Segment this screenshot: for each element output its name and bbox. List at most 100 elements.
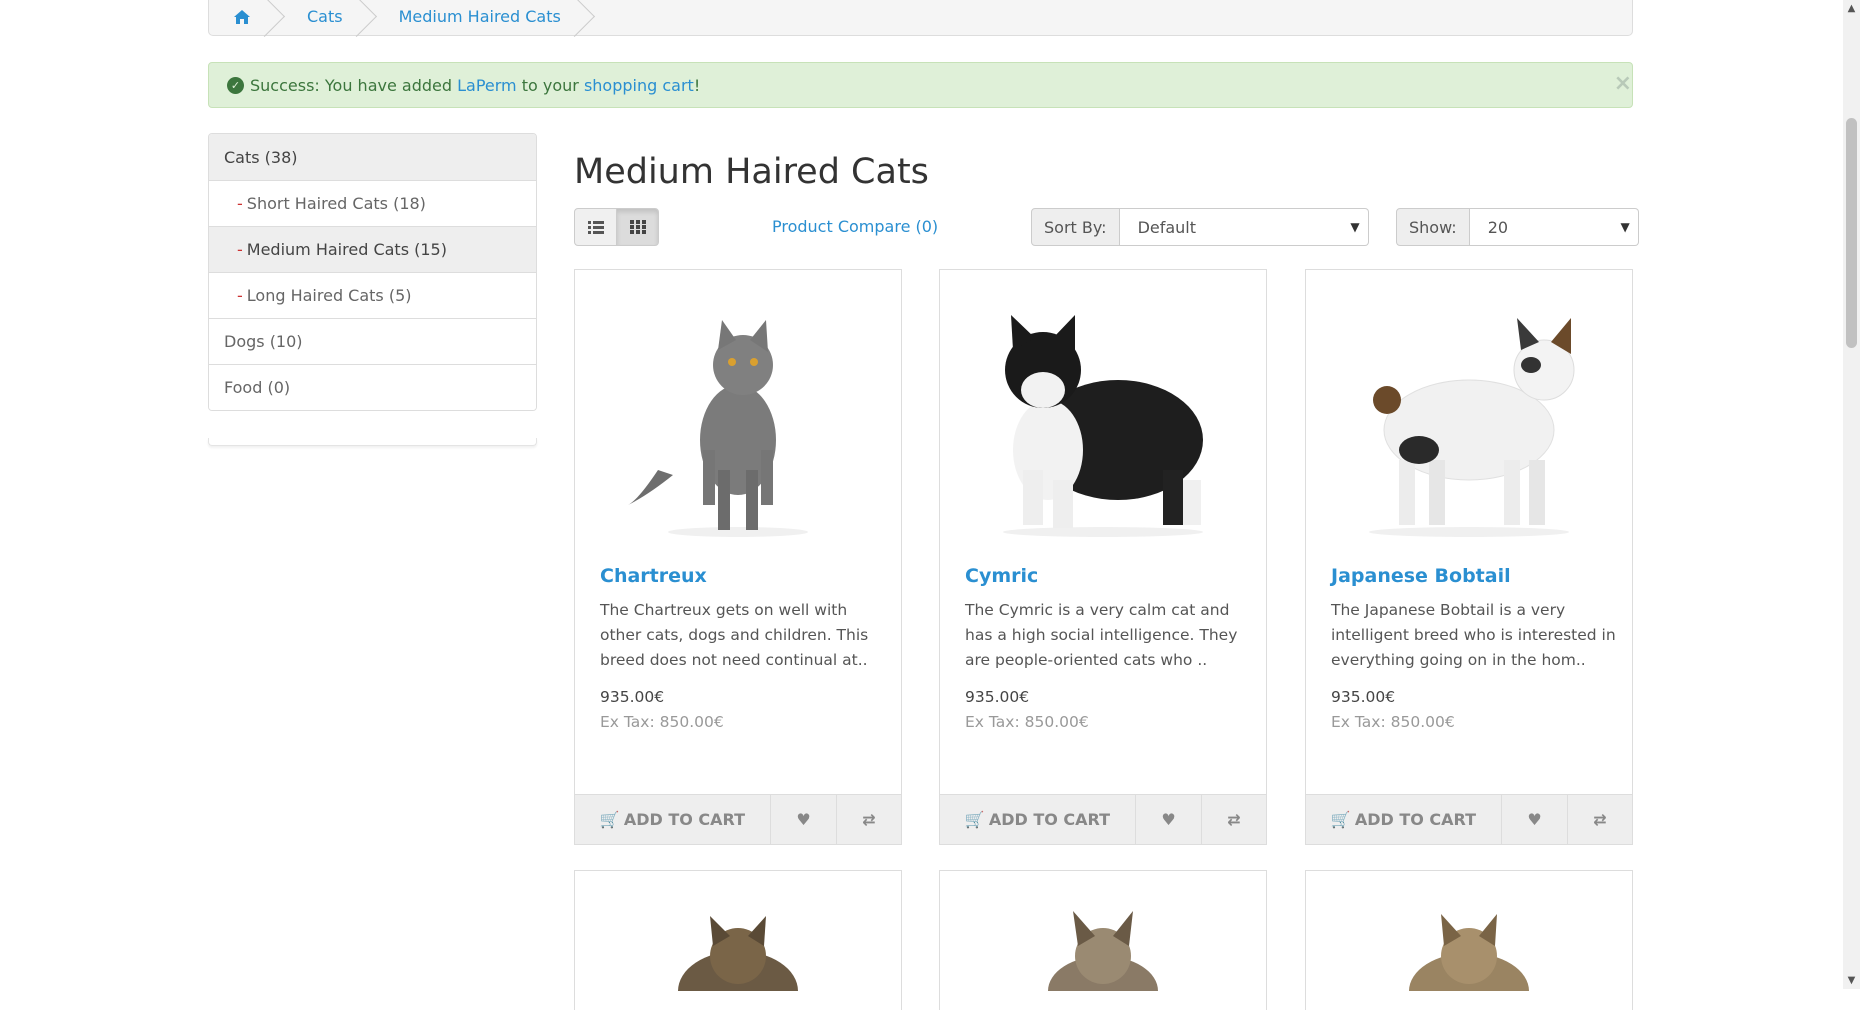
page-scrollbar[interactable]: ▲ ▼ [1843, 0, 1860, 989]
add-to-cart-label: ADD TO CART [1354, 810, 1477, 829]
cat-image [1369, 318, 1575, 537]
sort-by-label: Sort By: [1031, 208, 1120, 246]
exchange-icon: ⇄ [1227, 810, 1241, 829]
home-icon [234, 9, 250, 24]
product-actions: 🛒 ADD TO CART ♥ ⇄ [939, 794, 1267, 845]
compare-button[interactable]: ⇄ [1202, 795, 1266, 844]
alert-prefix: Success: You have added [250, 75, 453, 95]
product-compare-link[interactable]: Product Compare (0) [772, 217, 938, 236]
product-card-cymric: Cymric The Cymric is a very calm cat and… [939, 269, 1267, 845]
cat-image [678, 916, 798, 991]
product-actions: 🛒 ADD TO CART ♥ ⇄ [574, 794, 902, 845]
product-image[interactable] [575, 270, 901, 540]
product-image[interactable] [940, 270, 1266, 540]
sidebar-item-label: Food (0) [224, 378, 291, 397]
product-ex-tax: Ex Tax: 850.00€ [965, 713, 1089, 731]
cart-icon: 🛒 [599, 810, 620, 829]
compare-button[interactable]: ⇄ [1568, 795, 1632, 844]
show-limit-select[interactable]: 20 ▼ [1469, 208, 1639, 246]
cat-image [1048, 911, 1158, 991]
product-name[interactable]: Japanese Bobtail [1331, 565, 1511, 587]
grid-view-button[interactable] [616, 208, 659, 246]
alert-product-link[interactable]: LaPerm [457, 76, 517, 95]
product-description: The Chartreux gets on well with other ca… [600, 601, 869, 669]
chevron-down-icon: ▼ [1350, 220, 1360, 234]
sidebar-item-dash: - [237, 286, 243, 305]
sort-by-select[interactable]: Default ▼ [1119, 208, 1369, 246]
sidebar-item-dogs[interactable]: Dogs (10) [209, 318, 536, 364]
product-description: The Japanese Bobtail is a very intellige… [1331, 601, 1616, 669]
breadcrumb-home[interactable] [221, 0, 287, 36]
wishlist-button[interactable]: ♥ [1502, 795, 1568, 844]
chevron-down-icon: ▼ [1620, 220, 1630, 234]
exchange-icon: ⇄ [862, 810, 876, 829]
heart-icon: ♥ [1161, 810, 1176, 829]
breadcrumb: Cats Medium Haired Cats [208, 0, 1633, 36]
sidebar-item-label: Dogs (10) [224, 332, 303, 351]
product-image[interactable] [575, 871, 901, 991]
sort-by-value: Default [1137, 217, 1197, 237]
product-card-japanese-bobtail: Japanese Bobtail The Japanese Bobtail is… [1305, 269, 1633, 845]
sidebar-item-short-haired-cats[interactable]: - Short Haired Cats (18) [209, 180, 536, 226]
product-name[interactable]: Chartreux [600, 565, 707, 587]
product-ex-tax: Ex Tax: 850.00€ [1331, 713, 1455, 731]
product-card [574, 870, 902, 1010]
breadcrumb-cats[interactable]: Cats [287, 0, 379, 36]
product-ex-tax: Ex Tax: 850.00€ [600, 713, 724, 731]
add-to-cart-button[interactable]: 🛒 ADD TO CART [1306, 795, 1502, 844]
alert-middle: to your [521, 75, 579, 95]
scroll-down-arrow-icon[interactable]: ▼ [1843, 972, 1860, 989]
grid-icon [629, 220, 646, 234]
breadcrumb-medium-haired-cats[interactable]: Medium Haired Cats [379, 0, 597, 36]
product-name[interactable]: Cymric [965, 565, 1038, 587]
show-limit-group: Show: 20 ▼ [1396, 208, 1639, 246]
add-to-cart-label: ADD TO CART [623, 810, 746, 829]
scroll-up-arrow-icon[interactable]: ▲ [1843, 0, 1860, 17]
product-price: 935.00€ [1331, 688, 1396, 706]
category-list: Cats (38) - Short Haired Cats (18) - Mediu… [208, 133, 537, 411]
product-price: 935.00€ [965, 688, 1030, 706]
product-description: The Cymric is a very calm cat and has a … [965, 601, 1238, 669]
exchange-icon: ⇄ [1593, 810, 1607, 829]
sort-by-group: Sort By: Default ▼ [1031, 208, 1369, 246]
sidebar-item-medium-haired-cats[interactable]: - Medium Haired Cats (15) [209, 226, 536, 272]
product-image[interactable] [1306, 270, 1632, 540]
alert-suffix: ! [693, 75, 701, 95]
alert-close-button[interactable]: × [1614, 71, 1632, 96]
product-card [939, 870, 1267, 1010]
sidebar-item-food[interactable]: Food (0) [209, 364, 536, 410]
sidebar-item-long-haired-cats[interactable]: - Long Haired Cats (5) [209, 272, 536, 318]
check-circle-icon: ✓ [227, 76, 244, 94]
sidebar-module-bottom [208, 438, 537, 446]
show-limit-value: 20 [1487, 217, 1509, 237]
alert-cart-link[interactable]: shopping cart [584, 76, 694, 95]
product-image[interactable] [1306, 871, 1632, 991]
compare-button[interactable]: ⇄ [837, 795, 901, 844]
cat-image [628, 320, 808, 537]
list-view-button[interactable] [574, 208, 617, 246]
list-icon [587, 221, 604, 234]
view-toggle [574, 208, 659, 246]
heart-icon: ♥ [796, 810, 811, 829]
sidebar-item-label: Cats (38) [224, 147, 298, 167]
wishlist-button[interactable]: ♥ [771, 795, 837, 844]
product-image[interactable] [940, 871, 1266, 991]
product-card-chartreux: Chartreux The Chartreux gets on well wit… [574, 269, 902, 845]
cat-image [1003, 315, 1203, 537]
sidebar-item-label: Medium Haired Cats (15) [246, 240, 447, 259]
product-card [1305, 870, 1633, 1010]
product-price: 935.00€ [600, 688, 665, 706]
wishlist-button[interactable]: ♥ [1136, 795, 1202, 844]
cart-icon: 🛒 [1330, 810, 1351, 829]
sidebar-item-label: Short Haired Cats (18) [246, 194, 426, 213]
cart-icon: 🛒 [964, 810, 985, 829]
show-label: Show: [1396, 208, 1470, 246]
sidebar-item-label: Long Haired Cats (5) [246, 286, 412, 305]
add-to-cart-button[interactable]: 🛒 ADD TO CART [575, 795, 771, 844]
add-to-cart-label: ADD TO CART [988, 810, 1111, 829]
sidebar-item-dash: - [237, 194, 243, 213]
add-to-cart-button[interactable]: 🛒 ADD TO CART [940, 795, 1136, 844]
sidebar-item-cats[interactable]: Cats (38) [209, 134, 536, 180]
product-actions: 🛒 ADD TO CART ♥ ⇄ [1305, 794, 1633, 845]
scrollbar-thumb[interactable] [1846, 118, 1857, 348]
